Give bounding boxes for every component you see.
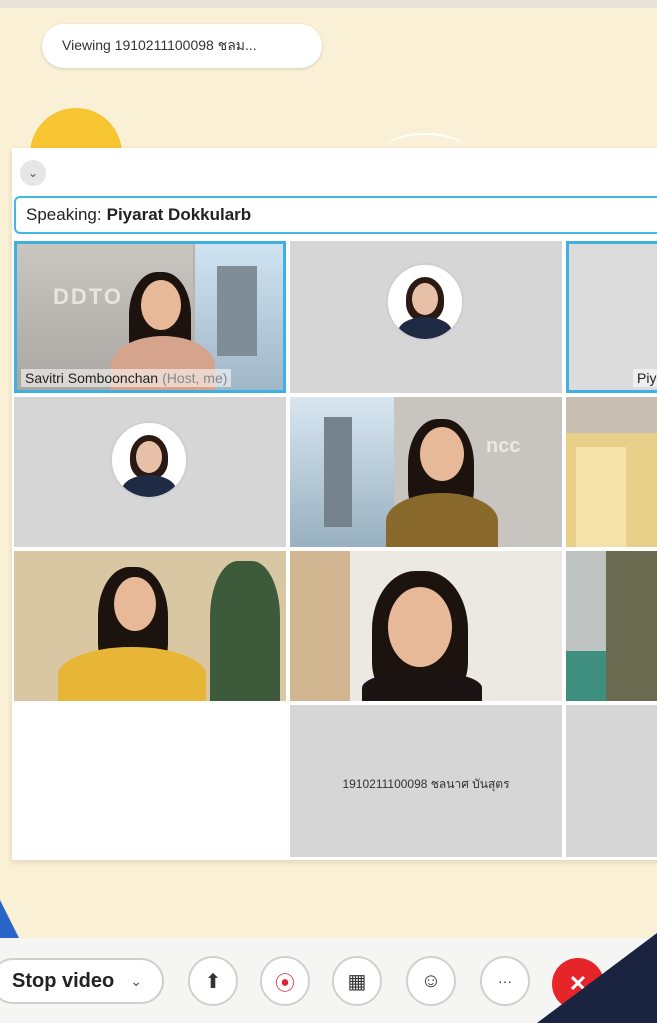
stop-video-button[interactable]: Stop video ⌄ <box>0 958 164 1004</box>
layout-button[interactable]: ▦ <box>332 956 382 1006</box>
grid-layout-icon: ▦ <box>347 970 367 993</box>
video-tile-no-video[interactable]: 1910211100098 ชลนาศ บันสุตร <box>290 705 562 857</box>
speaking-name: Piyarat Dokkularb <box>106 205 252 224</box>
top-strip <box>0 0 657 8</box>
speaking-indicator: Speaking: Piyarat Dokkularb <box>14 196 657 234</box>
video-tile-avatar-2[interactable] <box>14 397 286 547</box>
participant-name-label: Piy <box>633 369 657 387</box>
video-tile-host[interactable]: DDTO Savitri Somboonchan (Host, me) <box>14 241 286 393</box>
participant-name-label: Savitri Somboonchan (Host, me) <box>21 369 232 387</box>
video-tile-room[interactable] <box>566 397 657 547</box>
wall-logo-text: DDTO <box>53 284 123 309</box>
video-tile-piyarat[interactable]: Piy <box>566 241 657 393</box>
video-tile-partial[interactable] <box>566 551 657 701</box>
reactions-button[interactable]: ☺ <box>406 956 456 1006</box>
building <box>217 266 257 356</box>
emoji-icon: ☺ <box>420 969 442 992</box>
curtain <box>290 551 350 701</box>
wall-logo-text: ncc <box>486 435 521 457</box>
share-button[interactable]: ⬆ <box>188 956 238 1006</box>
stop-video-label: Stop video <box>12 969 115 992</box>
speaking-label: Speaking: <box>26 205 102 224</box>
chevron-down-icon[interactable]: ⌄ <box>130 973 142 990</box>
participants-panel: ⌄ Speaking: Piyarat Dokkularb DDTO Savit… <box>12 148 657 860</box>
christmas-tree <box>210 561 280 701</box>
viewing-indicator[interactable]: Viewing 1910211100098 ชลม... <box>42 24 322 68</box>
curtain <box>576 447 626 547</box>
decorative-corner-dark <box>537 933 657 1023</box>
record-icon: ⦿ <box>275 972 295 995</box>
viewing-text: Viewing 1910211100098 ชลม... <box>62 37 257 53</box>
video-tile-office[interactable]: ncc <box>290 397 562 547</box>
video-tile-avatar-1[interactable] <box>290 241 562 393</box>
avatar <box>386 263 464 341</box>
building <box>324 417 352 527</box>
more-icon: ··· <box>498 973 512 989</box>
share-icon: ⬆ <box>204 970 222 993</box>
avatar <box>110 421 188 499</box>
air-conditioner <box>566 397 657 433</box>
video-tile-smiling[interactable] <box>290 551 562 701</box>
collapse-chevron-icon[interactable]: ⌄ <box>20 160 46 186</box>
record-button[interactable]: ⦿ <box>260 956 310 1006</box>
participant-name-label: 1910211100098 ชลนาศ บันสุตร <box>342 777 510 791</box>
more-options-button[interactable]: ··· <box>480 956 530 1006</box>
video-tile-christmas[interactable] <box>14 551 286 701</box>
video-tile-empty[interactable] <box>14 705 286 857</box>
clothing <box>566 651 606 701</box>
video-tile-partial-2[interactable] <box>566 705 657 857</box>
